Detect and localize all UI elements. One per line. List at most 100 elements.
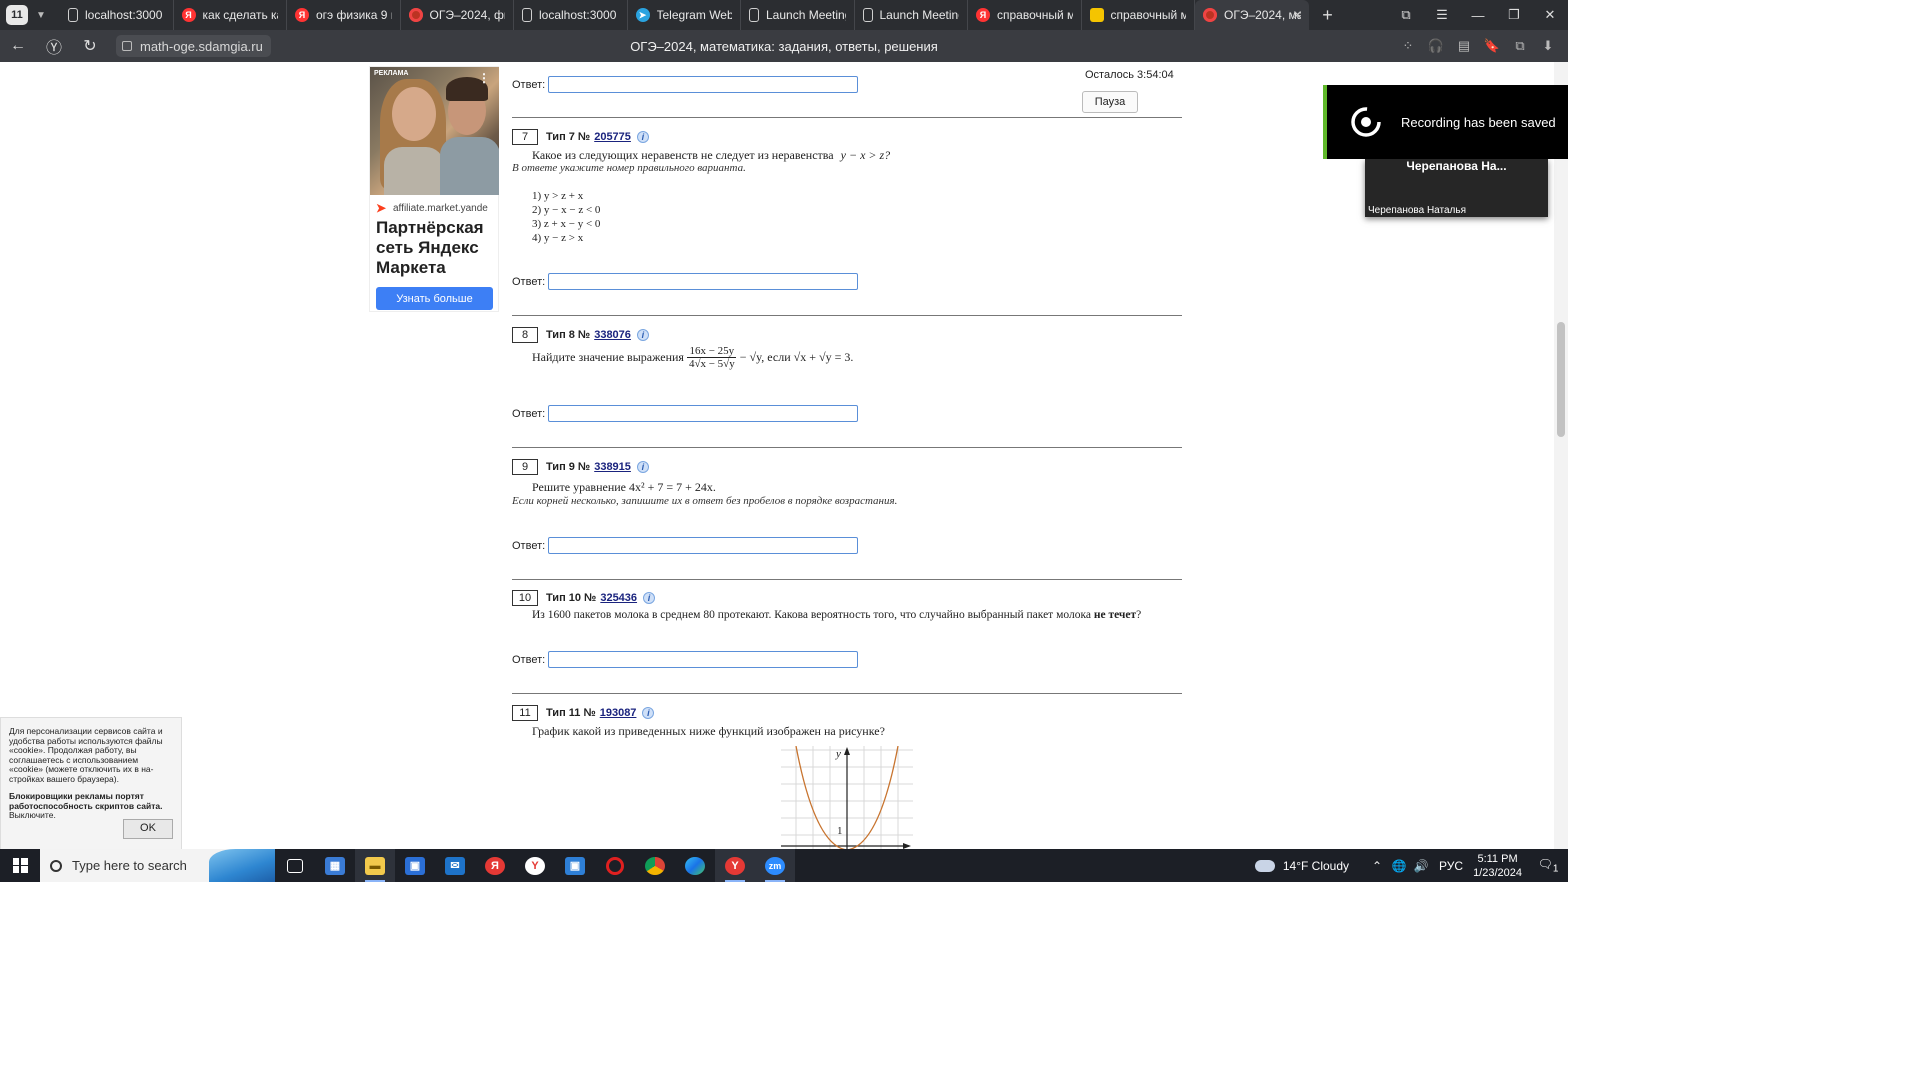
- tab-search-oge[interactable]: Яогэ физика 9 кл: [287, 0, 401, 30]
- adblock-disable-link[interactable]: Выключите.: [9, 810, 56, 820]
- info-icon[interactable]: i: [636, 329, 649, 341]
- cookie-ok-button[interactable]: OK: [123, 819, 173, 839]
- extensions-icon[interactable]: ⁘: [1394, 38, 1422, 54]
- answer-row: Ответ:: [512, 651, 858, 668]
- divider: [512, 117, 1182, 118]
- chrome-icon[interactable]: [635, 849, 675, 882]
- question-text: Решите уравнение 4x² + 7 = 7 + 24x.: [532, 480, 716, 494]
- info-icon[interactable]: i: [642, 707, 655, 719]
- download-icon[interactable]: ⬇: [1534, 38, 1562, 54]
- tab-localhost-2[interactable]: localhost:3000: [514, 0, 628, 30]
- task-view-icon[interactable]: [275, 849, 315, 882]
- document-icon: [68, 8, 78, 22]
- mail-icon[interactable]: ✉: [435, 849, 475, 882]
- info-icon[interactable]: i: [636, 461, 649, 473]
- tab-telegram[interactable]: ➤ Telegram Web: [628, 0, 741, 30]
- yandex-icon[interactable]: Я: [475, 849, 515, 882]
- menu-icon[interactable]: ☰: [1424, 7, 1460, 23]
- more-icon[interactable]: ⋮: [478, 71, 490, 85]
- language-indicator[interactable]: РУС: [1439, 859, 1463, 873]
- answer-input-8[interactable]: [548, 405, 858, 422]
- tab-search-kak[interactable]: Якак сделать кар: [174, 0, 287, 30]
- tab-label: Launch Meeting: [766, 8, 846, 22]
- question-number: 9: [512, 459, 538, 475]
- tab-localhost[interactable]: localhost:3000: [60, 0, 174, 30]
- participant-caption: Черепанова Наталья: [1368, 205, 1467, 216]
- store-icon[interactable]: ▣: [395, 849, 435, 882]
- app-icon[interactable]: ▣: [555, 849, 595, 882]
- restore-icon[interactable]: ❐: [1496, 7, 1532, 23]
- url-field[interactable]: math-oge.sdamgia.ru: [116, 35, 271, 57]
- answer-input-6[interactable]: [548, 76, 858, 93]
- ad-banner[interactable]: РЕКЛАМА ⋮ ➤ affiliate.market.yande Партнё…: [369, 66, 499, 312]
- ad-learn-more-button[interactable]: Узнать больше: [376, 287, 493, 310]
- info-icon[interactable]: i: [636, 131, 649, 143]
- tab-counter[interactable]: 11: [6, 5, 28, 25]
- question-text: Какое из следующих неравенств не следует…: [532, 148, 890, 163]
- ad-badge: РЕКЛАМА: [374, 70, 409, 77]
- tab-launch-meeting-2[interactable]: Launch Meeting: [855, 0, 968, 30]
- tab-oge-physics[interactable]: ОГЭ–2024, физ: [401, 0, 514, 30]
- answer-label: Ответ:: [512, 539, 546, 552]
- sdamgia-icon: [408, 8, 423, 22]
- answer-input-7[interactable]: [548, 273, 858, 290]
- answer-input-10[interactable]: [548, 651, 858, 668]
- question-id-link[interactable]: 325436: [600, 592, 637, 604]
- sdamgia-icon: [1203, 8, 1217, 22]
- info-icon[interactable]: i: [643, 592, 656, 604]
- reader-icon[interactable]: ▤: [1450, 38, 1478, 54]
- question-id-link[interactable]: 205775: [594, 131, 631, 143]
- question-id-link[interactable]: 338076: [594, 329, 631, 341]
- cloud-icon: [1254, 859, 1275, 872]
- calendar-app-icon[interactable]: ▦: [315, 849, 355, 882]
- taskbar-search[interactable]: Type here to search: [40, 849, 275, 882]
- yandex-browser-icon[interactable]: Y: [515, 849, 555, 882]
- tab-reference-images[interactable]: справочный ма: [1082, 0, 1195, 30]
- search-highlight-image: [209, 849, 275, 882]
- tab-launch-meeting[interactable]: Launch Meeting: [741, 0, 855, 30]
- pause-button[interactable]: Пауза: [1082, 91, 1138, 113]
- bookmarks-panel-icon[interactable]: ⧉: [1506, 38, 1534, 54]
- network-icon[interactable]: 🌐: [1389, 859, 1409, 873]
- tab-oge-math[interactable]: ОГЭ–2024, ма ✕: [1195, 0, 1309, 30]
- headphones-icon[interactable]: 🎧: [1422, 38, 1450, 54]
- tab-reference[interactable]: Ясправочный ма: [968, 0, 1082, 30]
- option: 3) z + x − y < 0: [532, 218, 601, 230]
- clock[interactable]: 5:11 PM 1/23/2024: [1473, 852, 1522, 880]
- collections-icon[interactable]: ⧉: [1388, 7, 1424, 23]
- scrollbar-thumb[interactable]: [1557, 322, 1565, 437]
- volume-icon[interactable]: 🔊: [1411, 859, 1431, 873]
- opera-icon[interactable]: [595, 849, 635, 882]
- back-icon[interactable]: ←: [0, 37, 36, 55]
- video-tile[interactable]: Черепанова На... Черепанова Наталья: [1365, 159, 1548, 217]
- question-text: График какой из приведенных ниже функций…: [532, 724, 885, 738]
- question-id-link[interactable]: 193087: [600, 707, 637, 719]
- minimize-icon[interactable]: —: [1460, 8, 1496, 23]
- windows-start-icon[interactable]: [0, 849, 40, 882]
- file-explorer-icon[interactable]: ▬: [355, 849, 395, 882]
- question-text-main: Какое из следующих неравенств не следует…: [532, 148, 834, 162]
- question-id-link[interactable]: 338915: [594, 461, 631, 473]
- question-number: 7: [512, 129, 538, 145]
- chevron-up-icon[interactable]: ⌃: [1367, 859, 1387, 873]
- chevron-down-icon[interactable]: ▼: [32, 5, 50, 25]
- bookmark-icon[interactable]: 🔖: [1478, 38, 1506, 54]
- answer-row: Ответ:: [512, 273, 858, 290]
- close-icon[interactable]: ✕: [1292, 8, 1302, 22]
- telegram-icon: ➤: [635, 8, 650, 22]
- close-window-icon[interactable]: ✕: [1532, 7, 1568, 23]
- yandex-home-icon[interactable]: Ⓨ: [36, 34, 72, 58]
- answer-label: Ответ:: [512, 275, 546, 288]
- answer-input-9[interactable]: [548, 537, 858, 554]
- reload-icon[interactable]: ↻: [72, 36, 108, 56]
- new-tab-button[interactable]: +: [1317, 4, 1339, 26]
- question-text-bold: не течет: [1093, 609, 1137, 621]
- weather-widget[interactable]: 14°F Cloudy: [1254, 859, 1349, 873]
- edge-icon[interactable]: [675, 849, 715, 882]
- tab-label: огэ физика 9 кл: [316, 8, 392, 22]
- zoom-icon[interactable]: zm: [755, 849, 795, 882]
- option: 2) y − x − z < 0: [532, 204, 601, 216]
- yandex-browser-active-icon[interactable]: Y: [715, 849, 755, 882]
- scrollbar[interactable]: [1554, 62, 1568, 849]
- notifications-icon[interactable]: 🗨1: [1536, 857, 1560, 874]
